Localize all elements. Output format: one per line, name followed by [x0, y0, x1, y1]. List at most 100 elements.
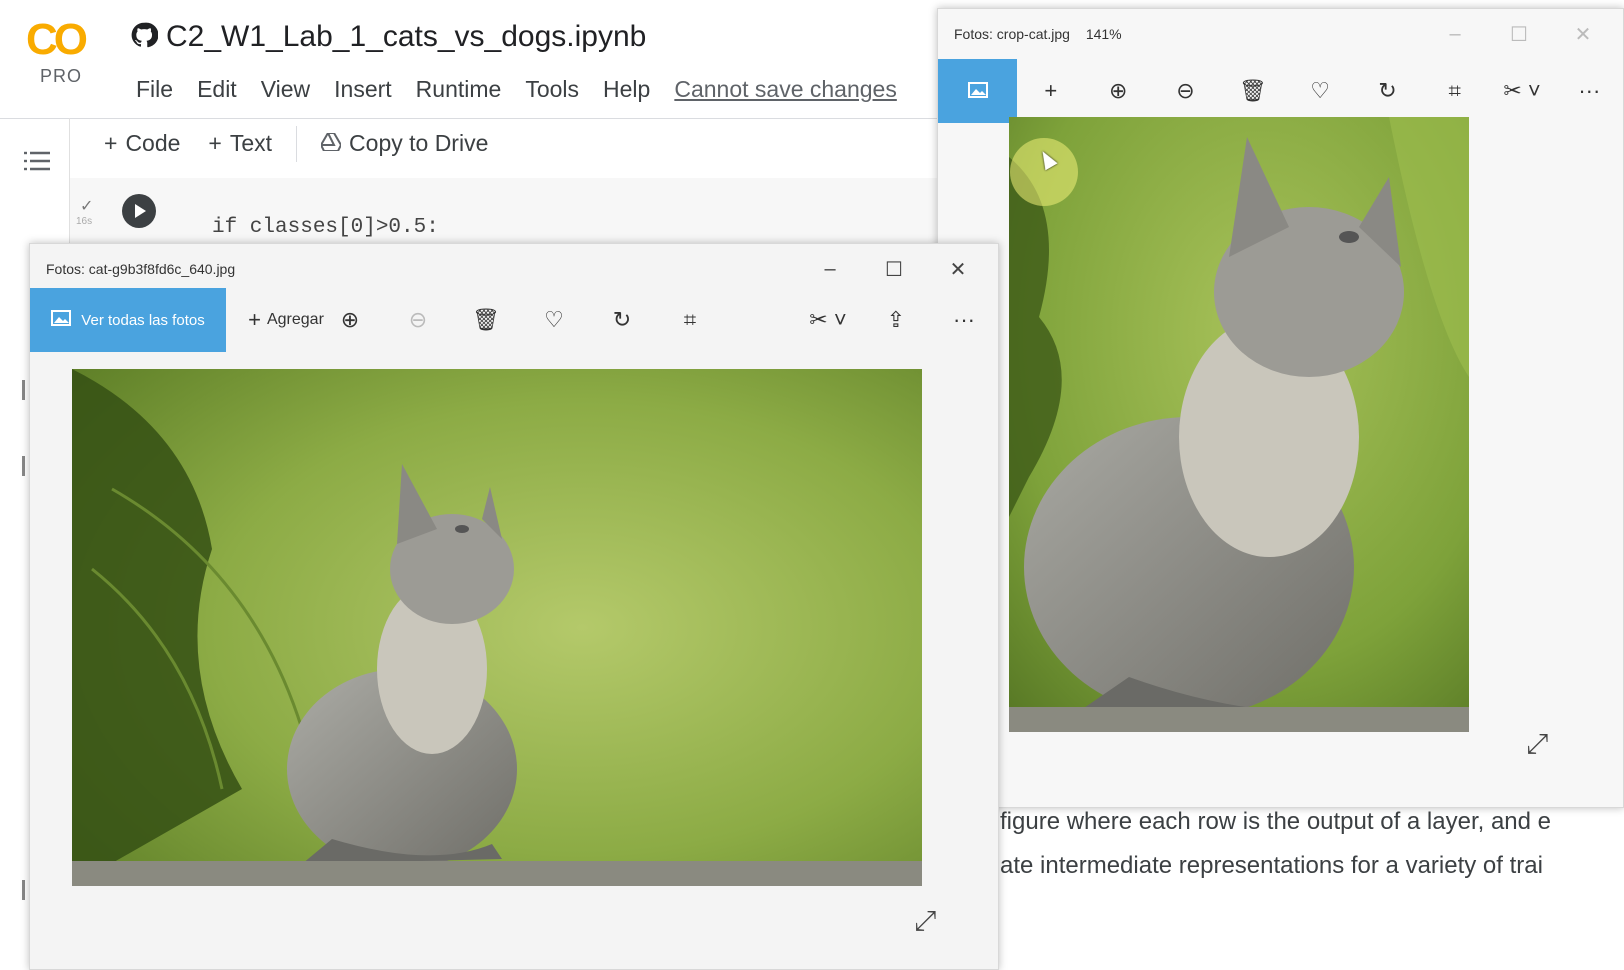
plus-icon: +	[208, 130, 222, 156]
view-all-photos-label: Ver todas las fotos	[81, 311, 205, 329]
zoom-out-icon: ⊖	[408, 307, 428, 332]
zoom-in-icon: ⊕	[1108, 78, 1128, 103]
minimize-button[interactable]: –	[1423, 17, 1487, 51]
more-icon: ···	[1578, 78, 1601, 103]
plus-icon: +	[104, 130, 118, 156]
rotate-button[interactable]: ↻	[1354, 59, 1421, 123]
delete-button[interactable]: 🗑	[1219, 59, 1286, 123]
zoom-out-icon: ⊖	[1176, 78, 1195, 103]
edit-icon: ✂ ˅	[809, 307, 847, 332]
title-bar: Fotos: crop-cat.jpg 141% – ☐ ✕	[938, 9, 1623, 59]
photos-toolbar: + ⊕ ⊖ 🗑 ♡ ↻ ⌗ ✂ ˅ ···	[938, 59, 1623, 123]
expand-icon[interactable]: ⤢	[914, 904, 936, 938]
delete-button[interactable]: 🗑	[452, 288, 520, 352]
menu-help[interactable]: Help	[591, 72, 662, 106]
text-line: ate intermediate representations for a v…	[1000, 852, 1543, 879]
share-icon: ⇪	[886, 307, 906, 332]
toolbar-separator	[296, 125, 298, 162]
close-button[interactable]: ✕	[1551, 17, 1615, 51]
heart-icon: ♡	[544, 307, 564, 332]
plus-icon: +	[248, 307, 261, 332]
window-title: Fotos: cat-g9b3f8fd6c_640.jpg	[46, 261, 236, 277]
copy-to-drive-button[interactable]: Copy to Drive	[307, 124, 502, 163]
maximize-button[interactable]: ☐	[862, 252, 926, 286]
cell-toolbar: + Code + Text Copy to Drive	[90, 124, 502, 163]
photos-window-crop: Fotos: crop-cat.jpg 141% – ☐ ✕ + ⊕ ⊖ 🗑 ♡…	[937, 8, 1624, 808]
zoom-in-button[interactable]: ⊕	[316, 288, 384, 352]
more-icon: ···	[953, 307, 975, 332]
heart-icon: ♡	[1310, 78, 1330, 103]
menu-tools[interactable]: Tools	[513, 72, 591, 106]
colab-logo[interactable]: CO PRO	[26, 18, 100, 92]
zoom-out-button[interactable]: ⊖	[1152, 59, 1219, 123]
window-title: Fotos: crop-cat.jpg 141%	[954, 26, 1122, 42]
run-cell-button[interactable]	[122, 194, 156, 228]
cat-photo-main	[72, 369, 922, 886]
more-button[interactable]: ···	[930, 288, 998, 352]
markdown-text: figure where each row is the output of a…	[1000, 800, 1551, 888]
rotate-icon: ↻	[612, 307, 632, 332]
edit-button[interactable]: ✂ ˅	[1488, 59, 1555, 123]
menu-view[interactable]: View	[249, 72, 322, 106]
photo-gallery-icon	[51, 310, 72, 330]
zoom-level: 141%	[1085, 26, 1122, 42]
add-text-button[interactable]: + Text	[194, 124, 286, 163]
rotate-button[interactable]: ↻	[588, 288, 656, 352]
edit-icon: ✂ ˅	[1503, 78, 1541, 103]
colab-logo-text: CO	[26, 15, 88, 64]
photos-toolbar: Ver todas las fotos + Agregar ⊕ ⊖ 🗑 ♡ ↻ …	[30, 288, 998, 352]
add-button[interactable]: +	[1017, 59, 1084, 123]
view-all-photos-button[interactable]	[938, 59, 1018, 123]
cursor-highlight	[1010, 138, 1078, 206]
add-code-button[interactable]: + Code	[90, 124, 194, 163]
menu-file[interactable]: File	[124, 72, 185, 106]
favorite-button[interactable]: ♡	[1286, 59, 1353, 123]
plus-icon: +	[1044, 78, 1058, 103]
close-button[interactable]: ✕	[926, 252, 990, 286]
photos-window-main: Fotos: cat-g9b3f8fd6c_640.jpg – ☐ ✕ Ver …	[29, 243, 999, 970]
divider	[0, 118, 940, 119]
save-warning-link[interactable]: Cannot save changes	[662, 72, 909, 106]
zoom-in-button[interactable]: ⊕	[1085, 59, 1152, 123]
maximize-button[interactable]: ☐	[1487, 17, 1551, 51]
crop-icon: ⌗	[1448, 78, 1461, 103]
crop-button[interactable]: ⌗	[1421, 59, 1488, 123]
copy-to-drive-label: Copy to Drive	[349, 130, 489, 156]
share-button[interactable]: ⇪	[862, 288, 930, 352]
window-controls: – ☐ ✕	[798, 252, 990, 286]
check-icon: ✓	[80, 196, 94, 215]
github-icon	[130, 21, 159, 54]
zoom-in-icon: ⊕	[340, 307, 360, 332]
window-controls: – ☐ ✕	[1423, 17, 1615, 51]
add-code-label: Code	[125, 130, 181, 156]
rotate-icon: ↻	[1378, 78, 1397, 103]
code-line[interactable]: if classes[0]>0.5:	[212, 216, 439, 239]
execution-time: 16s	[76, 216, 93, 227]
notebook-title[interactable]: C2_W1_Lab_1_cats_vs_dogs.ipynb	[166, 20, 646, 54]
colab-tier-label: PRO	[40, 66, 83, 86]
menu-runtime[interactable]: Runtime	[404, 72, 514, 106]
edit-button[interactable]: ✂ ˅	[794, 288, 862, 352]
cat-photo-crop	[1009, 117, 1469, 732]
window-title-text: Fotos: crop-cat.jpg	[954, 26, 1070, 42]
expand-icon[interactable]: ⤢	[1526, 727, 1548, 761]
trash-icon: 🗑	[472, 307, 500, 332]
menu-edit[interactable]: Edit	[185, 72, 249, 106]
add-text-label: Text	[229, 130, 273, 156]
table-of-contents-icon[interactable]	[24, 150, 50, 177]
title-bar: Fotos: cat-g9b3f8fd6c_640.jpg – ☐ ✕	[30, 244, 998, 294]
code-cell[interactable]	[70, 178, 940, 248]
zoom-out-button[interactable]: ⊖	[384, 288, 452, 352]
menu-bar: File Edit View Insert Runtime Tools Help…	[124, 72, 909, 106]
favorite-button[interactable]: ♡	[520, 288, 588, 352]
trash-icon: 🗑	[1238, 78, 1267, 103]
more-button[interactable]: ···	[1556, 59, 1623, 123]
crop-button[interactable]: ⌗	[656, 288, 724, 352]
crop-icon: ⌗	[683, 307, 697, 332]
view-all-photos-button[interactable]: Ver todas las fotos	[30, 288, 226, 352]
minimize-button[interactable]: –	[798, 252, 862, 286]
photo-gallery-icon	[967, 78, 988, 104]
menu-insert[interactable]: Insert	[322, 72, 404, 106]
drive-icon	[319, 130, 343, 157]
notebook-title-row: C2_W1_Lab_1_cats_vs_dogs.ipynb	[130, 20, 646, 54]
